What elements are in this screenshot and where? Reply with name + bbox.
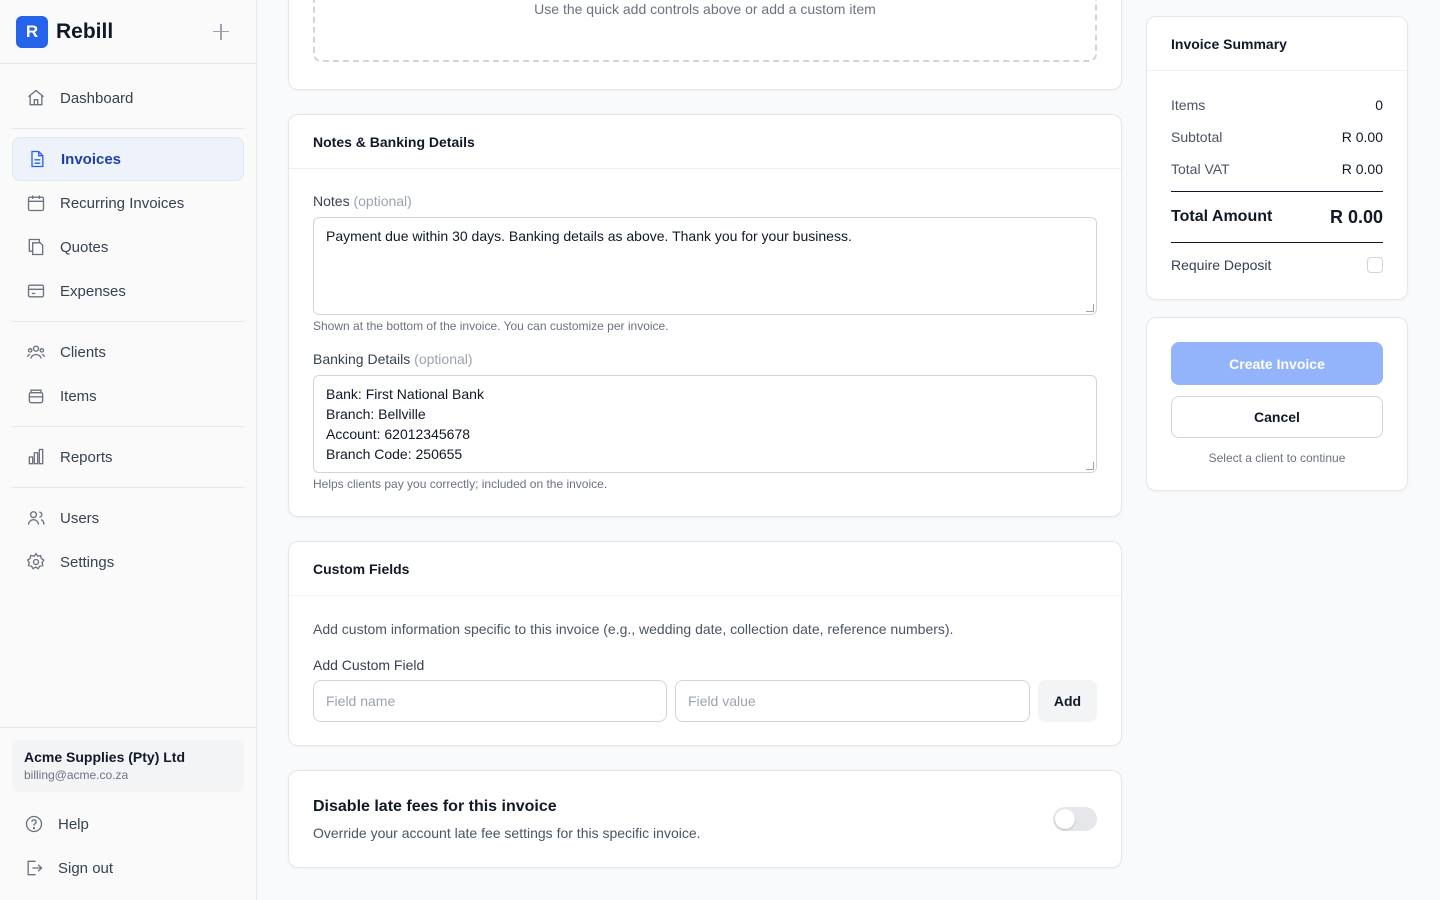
divider [12,321,244,322]
subtotal-value: R 0.00 [1341,129,1383,145]
optional-tag: (optional) [414,351,473,367]
bottom-nav: Help Sign out [12,802,244,890]
sidebar-item-label: Quotes [60,238,109,256]
sidebar-item-expenses[interactable]: Expenses [12,269,244,313]
select-client-hint: Select a client to continue [1208,451,1346,465]
total-value: R 0.00 [1329,206,1383,227]
sidebar-item-items[interactable]: Items [12,374,244,418]
field-value-input[interactable] [675,680,1030,722]
empty-items-hint: Use the quick add controls above or add … [534,1,876,17]
field-name-input[interactable] [313,680,667,722]
sidebar-item-users[interactable]: Users [12,496,244,540]
divider [12,487,244,488]
home-icon [28,89,44,106]
divider [12,426,244,427]
sign-out-icon [27,860,43,876]
actions-card: Create Invoice Cancel Select a client to… [1146,317,1408,491]
summary-vat-row: Total VAT R 0.00 [1171,153,1383,185]
sidebar-item-label: Recurring Invoices [60,194,185,212]
notes-textarea[interactable]: Payment due within 30 days. Banking deta… [313,217,1097,315]
users-group-icon [27,345,45,359]
sidebar-item-help[interactable]: Help [12,802,244,846]
notes-label-text: Notes [313,193,350,209]
vat-value: R 0.00 [1341,161,1383,177]
items-count: 0 [1375,97,1383,113]
calendar-icon [27,195,45,212]
copy-icon [28,238,44,256]
credit-card-icon [27,284,45,298]
sidebar-item-label: Items [60,387,97,405]
banking-hint: Helps clients pay you correctly; include… [313,477,608,491]
invoice-summary-card: Invoice Summary Items 0 Subtotal R 0.00 … [1146,16,1408,300]
summary-items-row: Items 0 [1171,89,1383,121]
custom-fields-description: Add custom information specific to this … [313,621,954,637]
plus-icon[interactable] [212,23,230,41]
banking-label-text: Banking Details [313,351,411,367]
sidebar-item-label: Users [60,509,100,527]
late-fees-toggle[interactable] [1053,807,1097,831]
optional-tag: (optional) [353,193,412,209]
sidebar-item-invoices[interactable]: Invoices [12,137,244,181]
late-fees-description: Override your account late fee settings … [313,825,701,841]
sidebar-item-label: Help [58,815,89,833]
sidebar-item-sign-out[interactable]: Sign out [12,846,244,890]
banking-details-textarea[interactable]: Bank: First National Bank Branch: Bellvi… [313,375,1097,473]
cancel-button[interactable]: Cancel [1171,396,1383,438]
document-icon [31,150,44,168]
summary-total-row: Total Amount R 0.00 [1171,191,1383,243]
main-nav: Dashboard Invoices Recurring Invoices Qu… [0,64,256,584]
brand-name: Rebill [56,19,114,43]
notes-hint: Shown at the bottom of the invoice. You … [313,319,669,333]
gear-icon [26,552,45,570]
summary-subtotal-row: Subtotal R 0.00 [1171,121,1383,153]
account-name: Acme Supplies (Pty) Ltd [24,749,186,765]
sidebar-item-label: Sign out [58,859,114,877]
invoice-summary-title: Invoice Summary [1147,17,1407,71]
summary-rows: Items 0 Subtotal R 0.00 Total VAT R 0.00… [1171,89,1383,281]
total-label: Total Amount [1171,208,1273,225]
brand-header: R Rebill [0,0,256,64]
sidebar-item-label: Expenses [60,282,126,300]
account-email: billing@acme.co.za [24,768,129,782]
sidebar-item-settings[interactable]: Settings [12,540,244,584]
sidebar-item-label: Reports [60,448,113,466]
late-fees-title: Disable late fees for this invoice [313,798,557,815]
notes-banking-card: Notes & Banking Details Notes (optional)… [288,114,1122,517]
empty-items-dropzone: Use the quick add controls above or add … [313,0,1097,62]
sidebar-item-clients[interactable]: Clients [12,330,244,374]
require-deposit-label: Require Deposit [1171,257,1272,273]
banking-label: Banking Details (optional) [313,351,473,367]
box-icon [28,389,44,404]
bar-chart-icon [28,448,44,465]
add-custom-field-label: Add Custom Field [313,657,425,673]
add-custom-field-button[interactable]: Add [1038,680,1097,722]
sidebar-item-recurring-invoices[interactable]: Recurring Invoices [12,181,244,225]
items-label: Items [1171,97,1206,113]
help-circle-icon [25,815,43,833]
notes-banking-title: Notes & Banking Details [289,115,1121,169]
require-deposit-checkbox[interactable] [1367,257,1383,273]
custom-fields-card: Custom Fields Add custom information spe… [288,541,1122,746]
divider [0,727,256,728]
sidebar-item-dashboard[interactable]: Dashboard [12,76,244,120]
divider [12,128,244,129]
line-items-card: Use the quick add controls above or add … [288,0,1122,90]
subtotal-label: Subtotal [1171,129,1223,145]
brand-logo: R [16,15,48,48]
sidebar-item-quotes[interactable]: Quotes [12,225,244,269]
custom-fields-title: Custom Fields [289,542,1121,596]
sidebar-item-reports[interactable]: Reports [12,435,244,479]
sidebar-item-label: Invoices [61,150,122,168]
sidebar-item-label: Settings [60,553,115,571]
sidebar-item-label: Dashboard [60,89,134,107]
account-card[interactable]: Acme Supplies (Pty) Ltd billing@acme.co.… [12,740,244,792]
notes-label: Notes (optional) [313,193,412,209]
create-invoice-button[interactable]: Create Invoice [1171,342,1383,385]
late-fees-card: Disable late fees for this invoice Overr… [288,770,1122,868]
users-icon [27,511,45,525]
sidebar-item-label: Clients [60,343,106,361]
sidebar: R Rebill Dashboard Invoices Recurring In… [0,0,257,900]
vat-label: Total VAT [1171,161,1230,177]
require-deposit-row: Require Deposit [1171,249,1383,281]
